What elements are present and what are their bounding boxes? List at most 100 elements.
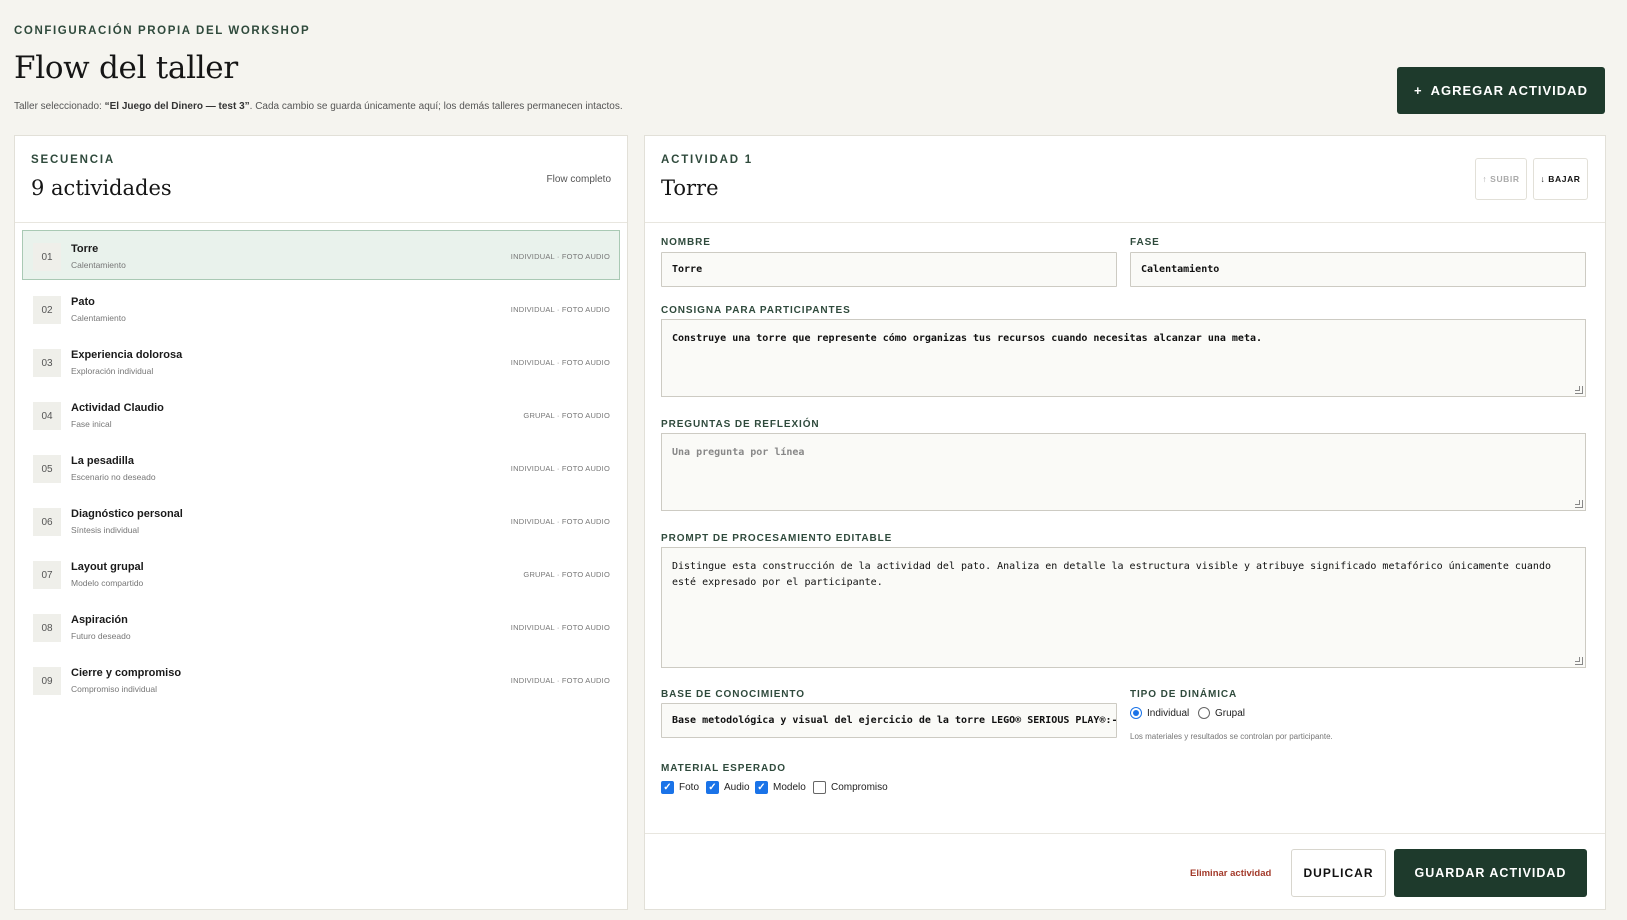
checkbox-label: Audio [724,782,750,793]
instruction-textarea[interactable]: Construye una torre que represente cómo … [661,319,1586,397]
name-input[interactable]: Torre [661,252,1117,287]
activity-name: Aspiración [71,614,128,626]
activity-number: 06 [33,508,61,536]
activity-number: 05 [33,455,61,483]
radio-label: Grupal [1215,707,1246,719]
duplicate-button[interactable]: DUPLICAR [1291,849,1386,897]
activity-phase: Fase inical [71,419,112,429]
subtitle-prefix: Taller seleccionado: [14,101,105,112]
activity-editor-panel: ACTIVIDAD 1 Torre ↑ SUBIR ↓ BAJAR NOMBRE… [644,135,1606,910]
resize-grip-icon[interactable] [1575,657,1583,665]
material-checkbox-group: ✓ Foto ✓ Audio ✓ Modelo Compromiso [661,781,1061,797]
checkbox[interactable]: ✓ [755,781,768,794]
name-label: NOMBRE [661,237,711,248]
questions-textarea[interactable]: Una pregunta por línea [661,433,1586,511]
activity-number: 02 [33,296,61,324]
prompt-text: Distingue esta construcción de la activi… [672,561,1551,588]
activity-number: 01 [33,243,61,271]
activity-editor-header: ACTIVIDAD 1 Torre ↑ SUBIR ↓ BAJAR [645,136,1605,223]
sequence-panel: SECUENCIA 9 actividades Flow completo 01… [14,135,628,910]
material-option-compromiso[interactable]: Compromiso [813,781,888,794]
editor-footer: Eliminar actividad DUPLICAR GUARDAR ACTI… [645,833,1605,910]
activity-number: 03 [33,349,61,377]
activity-list-item[interactable]: 08 Aspiración Futuro deseado INDIVIDUAL · F… [22,601,620,651]
activity-list-item[interactable]: 01 Torre Calentamiento INDIVIDUAL · FOTO AU… [22,230,620,280]
dynamic-hint: Los materiales y resultados se controlan… [1130,732,1333,741]
checkbox[interactable]: ✓ [706,781,719,794]
dynamic-option-individual[interactable]: Individual [1130,707,1189,719]
move-down-button[interactable]: ↓ BAJAR [1533,158,1588,200]
material-label: MATERIAL ESPERADO [661,763,786,774]
material-option-modelo[interactable]: ✓ Modelo [755,781,806,794]
activity-phase: Escenario no deseado [71,472,156,482]
activity-phase: Calentamiento [71,260,126,270]
plus-icon: + [1414,83,1423,98]
activity-meta: INDIVIDUAL · FOTO AUDIO [510,464,610,473]
activity-number: 04 [33,402,61,430]
activity-name: Torre [71,243,99,255]
activity-number: 09 [33,667,61,695]
page-eyebrow: CONFIGURACIÓN PROPIA DEL WORKSHOP [14,25,311,37]
activity-phase: Futuro deseado [71,631,131,641]
checkbox-label: Modelo [773,782,806,793]
radio-label: Individual [1147,707,1190,719]
activity-meta: INDIVIDUAL · FOTO AUDIO [510,623,610,632]
activity-meta: INDIVIDUAL · FOTO AUDIO [510,358,610,367]
activity-list-item[interactable]: 02 Pato Calentamiento INDIVIDUAL · FOTO AUD… [22,283,620,333]
activity-phase: Modelo compartido [71,578,144,588]
activity-list-item[interactable]: 09 Cierre y compromiso Compromiso individu… [22,654,620,704]
knowledge-input[interactable]: Base metodológica y visual del ejercicio… [661,703,1117,738]
activity-list-item[interactable]: 05 La pesadilla Escenario no deseado INDIVI… [22,442,620,492]
resize-grip-icon[interactable] [1575,386,1583,394]
move-up-button[interactable]: ↑ SUBIR [1475,158,1527,200]
radio-button[interactable] [1198,707,1210,719]
activity-meta: GRUPAL · FOTO AUDIO [523,411,610,420]
sequence-kicker: SECUENCIA [31,154,115,166]
checkbox[interactable] [813,781,826,794]
subtitle-suffix: . Cada cambio se guarda únicamente aquí;… [249,101,623,112]
dynamic-label: TIPO DE DINÁMICA [1130,689,1238,700]
add-activity-label: AGREGAR ACTIVIDAD [1430,83,1588,98]
phase-label: FASE [1130,237,1160,248]
activity-meta: INDIVIDUAL · FOTO AUDIO [510,252,610,261]
activity-phase: Compromiso individual [71,684,157,694]
activity-list: 01 Torre Calentamiento INDIVIDUAL · FOTO AU… [15,223,627,704]
activity-list-item[interactable]: 04 Actividad Claudio Fase inical GRUPAL · F… [22,389,620,439]
prompt-textarea[interactable]: Distingue esta construcción de la activi… [661,547,1586,668]
activity-name: Actividad Claudio [71,402,164,414]
activity-meta: INDIVIDUAL · FOTO AUDIO [510,305,610,314]
checkbox[interactable]: ✓ [661,781,674,794]
checkbox-label: Foto [679,782,700,793]
phase-input[interactable]: Calentamiento [1130,252,1586,287]
resize-grip-icon[interactable] [1575,500,1583,508]
activity-meta: GRUPAL · FOTO AUDIO [523,570,610,579]
radio-button[interactable] [1130,707,1142,719]
instruction-text: Construye una torre que represente cómo … [672,333,1263,344]
activity-list-item[interactable]: 06 Diagnóstico personal Síntesis individua… [22,495,620,545]
activity-phase: Exploración individual [71,366,154,376]
knowledge-label: BASE DE CONOCIMIENTO [661,689,805,700]
sequence-count-title: 9 actividades [31,176,172,200]
flow-complete-link[interactable]: Flow completo [547,174,611,185]
save-activity-button[interactable]: GUARDAR ACTIVIDAD [1394,849,1587,897]
dynamic-option-grupal[interactable]: Grupal [1198,707,1245,719]
material-option-audio[interactable]: ✓ Audio [706,781,750,794]
activity-name: Experiencia dolorosa [71,349,183,361]
activity-list-item[interactable]: 07 Layout grupal Modelo compartido GRUPAL ·… [22,548,620,598]
activity-name: Layout grupal [71,561,144,573]
material-option-foto[interactable]: ✓ Foto [661,781,699,794]
activity-name: Cierre y compromiso [71,667,182,679]
add-activity-button[interactable]: + AGREGAR ACTIVIDAD [1397,67,1605,114]
checkbox-label: Compromiso [831,782,888,793]
activity-title: Torre [661,176,719,200]
questions-label: PREGUNTAS DE REFLEXIÓN [661,419,820,430]
activity-phase: Síntesis individual [71,525,140,535]
activity-list-item[interactable]: 03 Experiencia dolorosa Exploración indivi… [22,336,620,386]
prompt-label: PROMPT DE PROCESAMIENTO EDITABLE [661,533,893,544]
delete-activity-link[interactable]: Eliminar actividad [1190,868,1271,879]
questions-placeholder: Una pregunta por línea [672,447,805,458]
activity-name: La pesadilla [71,455,134,467]
activity-meta: INDIVIDUAL · FOTO AUDIO [510,517,610,526]
activity-number: 07 [33,561,61,589]
activity-kicker: ACTIVIDAD 1 [661,154,754,166]
